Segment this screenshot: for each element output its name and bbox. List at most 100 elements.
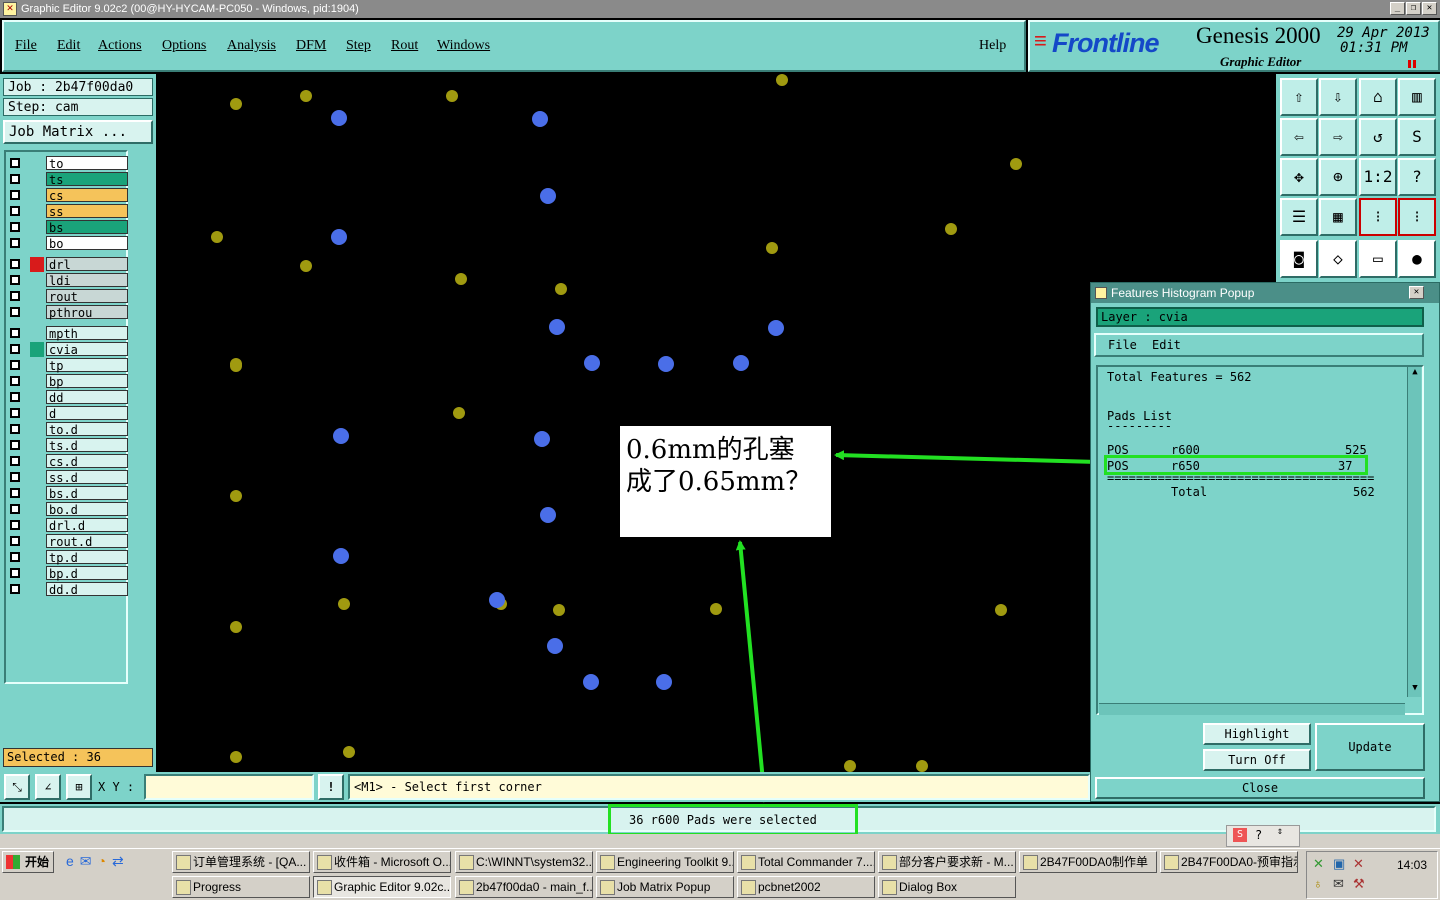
layer-row[interactable]: bs.d bbox=[6, 486, 128, 501]
layer-checkbox[interactable] bbox=[10, 158, 20, 168]
tray-icon[interactable]: ⚒ bbox=[1353, 876, 1365, 892]
layer-checkbox[interactable] bbox=[10, 584, 20, 594]
taskbar-button[interactable]: 2B47F00DA0制作单 bbox=[1019, 851, 1157, 873]
layer-checkbox[interactable] bbox=[10, 376, 20, 386]
taskbar-button[interactable]: 2B47F00DA0-预审指示 bbox=[1160, 851, 1298, 873]
home-icon[interactable]: ⌂ bbox=[1359, 78, 1397, 116]
outline-mode-icon[interactable]: ◇ bbox=[1319, 240, 1357, 278]
popup-menu-file[interactable]: File bbox=[1108, 338, 1137, 352]
pad-r600[interactable] bbox=[710, 603, 722, 615]
taskbar-button[interactable]: Progress bbox=[172, 876, 310, 898]
pad-r600[interactable] bbox=[211, 231, 223, 243]
layer-row[interactable]: dd bbox=[6, 390, 128, 405]
graphic-canvas[interactable] bbox=[156, 74, 1090, 772]
select-tool-icon[interactable]: ⤡ bbox=[4, 774, 30, 800]
redraw-icon[interactable]: S bbox=[1398, 118, 1436, 156]
ime-more-icon[interactable]: ⇕ bbox=[1277, 826, 1283, 837]
taskbar-button[interactable]: Engineering Toolkit 9.... bbox=[596, 851, 734, 873]
layers-tool-icon[interactable]: ☰ bbox=[1280, 198, 1318, 236]
pad-selected[interactable] bbox=[534, 431, 550, 447]
turn-off-button[interactable]: Turn Off bbox=[1203, 749, 1311, 771]
layer-row[interactable]: bp.d bbox=[6, 566, 128, 581]
popup-menu-edit[interactable]: Edit bbox=[1152, 338, 1181, 352]
layer-checkbox[interactable] bbox=[10, 238, 20, 248]
alert-icon[interactable]: ! bbox=[318, 774, 344, 800]
menu-rout[interactable]: Rout bbox=[391, 38, 418, 54]
layer-row[interactable]: cs bbox=[6, 188, 128, 203]
taskbar-button[interactable]: 2b47f00da0 - main_f... bbox=[455, 876, 593, 898]
layer-name[interactable]: to bbox=[46, 156, 128, 171]
layer-checkbox[interactable] bbox=[10, 222, 20, 232]
layer-name[interactable]: bp.d bbox=[46, 566, 128, 581]
pad-r600[interactable] bbox=[230, 621, 242, 633]
update-button[interactable]: Update bbox=[1315, 723, 1425, 771]
pad-r600[interactable] bbox=[230, 490, 242, 502]
pad-selected[interactable] bbox=[768, 320, 784, 336]
pad-r600[interactable] bbox=[230, 98, 242, 110]
histogram-row[interactable]: POS r600 525 bbox=[1107, 443, 1377, 455]
layer-name[interactable]: rout.d bbox=[46, 534, 128, 549]
layer-name[interactable]: to.d bbox=[46, 422, 128, 437]
tray-icon[interactable]: ▣ bbox=[1333, 856, 1345, 872]
layer-row[interactable]: ss.d bbox=[6, 470, 128, 485]
menu-options[interactable]: Options bbox=[162, 38, 206, 54]
pad-r600[interactable] bbox=[300, 260, 312, 272]
pad-r600[interactable] bbox=[455, 273, 467, 285]
layer-name[interactable]: cs.d bbox=[46, 454, 128, 469]
layer-checkbox[interactable] bbox=[10, 392, 20, 402]
pad-r600[interactable] bbox=[844, 760, 856, 772]
layer-row[interactable]: drl bbox=[6, 257, 128, 272]
layer-checkbox[interactable] bbox=[10, 456, 20, 466]
layer-checkbox[interactable] bbox=[10, 408, 20, 418]
vertical-scrollbar[interactable]: ▲ ▼ bbox=[1407, 367, 1421, 697]
tray-icon[interactable]: ✕ bbox=[1353, 856, 1364, 872]
horizontal-scrollbar[interactable] bbox=[1099, 703, 1405, 715]
layer-checkbox[interactable] bbox=[10, 328, 20, 338]
menu-analysis[interactable]: Analysis bbox=[227, 38, 276, 54]
layer-name[interactable]: mpth bbox=[46, 326, 128, 341]
pad-selected[interactable] bbox=[540, 507, 556, 523]
pad-selected[interactable] bbox=[584, 355, 600, 371]
layer-name[interactable]: drl bbox=[46, 257, 128, 272]
layer-name[interactable]: bo.d bbox=[46, 502, 128, 517]
layer-checkbox[interactable] bbox=[10, 424, 20, 434]
layer-name[interactable]: drl.d bbox=[46, 518, 128, 533]
grid-snap-icon[interactable]: ⊞ bbox=[66, 774, 92, 800]
layer-checkbox[interactable] bbox=[10, 174, 20, 184]
layer-row[interactable]: ts.d bbox=[6, 438, 128, 453]
layer-checkbox[interactable] bbox=[10, 440, 20, 450]
layer-checkbox[interactable] bbox=[10, 536, 20, 546]
layer-row[interactable]: pthrou bbox=[6, 305, 128, 320]
taskbar-button[interactable]: C:\WINNT\system32... bbox=[455, 851, 593, 873]
layer-row[interactable]: ss bbox=[6, 204, 128, 219]
fill-mode-icon[interactable]: ◙ bbox=[1280, 240, 1318, 278]
pad-r600[interactable] bbox=[995, 604, 1007, 616]
ime-help-icon[interactable]: ? bbox=[1255, 828, 1262, 842]
layer-name[interactable]: ldi bbox=[46, 273, 128, 288]
layer-checkbox[interactable] bbox=[10, 259, 20, 269]
layer-name[interactable]: tp.d bbox=[46, 550, 128, 565]
window-icon[interactable]: ▥ bbox=[1398, 78, 1436, 116]
ime-icon[interactable]: S bbox=[1233, 828, 1247, 842]
pad-selected[interactable] bbox=[333, 428, 349, 444]
restore-button[interactable]: ❐ bbox=[1406, 2, 1421, 15]
snap-icon[interactable]: ⁝ bbox=[1359, 198, 1397, 236]
layer-row[interactable]: cvia bbox=[6, 342, 128, 357]
pad-r600[interactable] bbox=[776, 74, 788, 86]
layer-name[interactable]: ss bbox=[46, 204, 128, 219]
xy-input[interactable] bbox=[144, 774, 314, 800]
pad-selected[interactable] bbox=[331, 229, 347, 245]
pad-selected[interactable] bbox=[489, 592, 505, 608]
layer-row[interactable]: rout.d bbox=[6, 534, 128, 549]
undo-zoom-icon[interactable]: ↺ bbox=[1359, 118, 1397, 156]
popup-close-icon[interactable]: ✕ bbox=[1409, 286, 1424, 299]
layer-name[interactable]: cvia bbox=[46, 342, 128, 357]
pad-r600[interactable] bbox=[446, 90, 458, 102]
layer-checkbox[interactable] bbox=[10, 307, 20, 317]
scale-icon[interactable]: 1:2 bbox=[1359, 158, 1397, 196]
pad-selected[interactable] bbox=[656, 674, 672, 690]
layer-checkbox[interactable] bbox=[10, 360, 20, 370]
layer-name[interactable]: ts.d bbox=[46, 438, 128, 453]
pad-r600[interactable] bbox=[553, 604, 565, 616]
pan-left-icon[interactable]: ⇦ bbox=[1280, 118, 1318, 156]
